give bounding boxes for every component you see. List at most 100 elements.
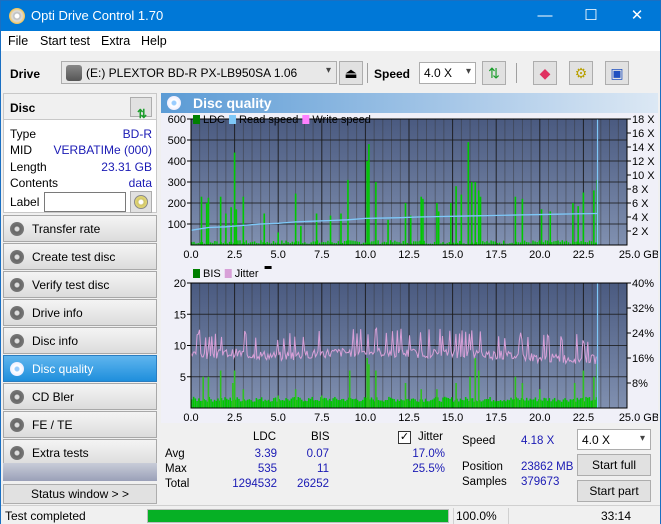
row-label-avg: Avg: [165, 448, 185, 460]
legend-swatch: [229, 115, 237, 124]
nav-disc-quality[interactable]: Disc quality: [3, 355, 157, 382]
disc-refresh-button[interactable]: ⇅: [130, 97, 152, 121]
col-header-ldc: LDC: [253, 431, 277, 443]
disc-value: VERBATIMe (000): [53, 143, 152, 157]
status-message: Test completed: [5, 509, 86, 523]
menu-file[interactable]: File: [8, 34, 28, 48]
menu-help[interactable]: Help: [141, 34, 167, 48]
jitter-checkbox[interactable]: ✓: [398, 431, 411, 444]
y-tick-label-left: 600: [168, 114, 186, 126]
legend-swatch: [302, 115, 310, 124]
y-tick-label-left: 300: [168, 177, 186, 189]
disc-header: Disc ⇅: [4, 94, 156, 121]
nav-transfer-rate[interactable]: Transfer rate: [3, 215, 157, 242]
y-tick-label-right: 6 X: [632, 198, 649, 210]
settings-button[interactable]: ⚙: [569, 61, 593, 85]
legend-swatch: [193, 115, 200, 124]
nav-label: CD Bler: [32, 390, 75, 404]
x-tick-label: 7.5: [314, 412, 329, 423]
maximize-button[interactable]: ☐: [568, 1, 614, 31]
disc-quality-panel: Disc quality 100 200 300 400 500 600 2 X 4 X 6 X…: [159, 91, 660, 505]
nav-cd-bler[interactable]: CD Bler: [3, 383, 157, 410]
label-input[interactable]: [44, 192, 126, 212]
disc-tool-icon: [10, 390, 24, 404]
y-tick-label-right: 2 X: [632, 226, 649, 238]
eraser-icon: ◆: [539, 65, 551, 81]
menu-start-test[interactable]: Start test: [40, 34, 90, 48]
speed-select-value: 4.0 X: [424, 66, 453, 80]
elapsed-time: 33:14: [601, 509, 632, 523]
close-button[interactable]: ✕: [614, 1, 660, 31]
speed-select[interactable]: 4.0 X ▾: [419, 62, 476, 84]
disc-value: BD-R: [122, 127, 152, 141]
y-tick-label-right: 40%: [632, 278, 654, 290]
panel-header: Disc quality: [161, 93, 658, 113]
y-tick-label-right: 4 X: [632, 212, 649, 224]
drive-select-value: (E:) PLEXTOR BD-R PX-LB950SA 1.06: [86, 66, 298, 80]
x-tick-label: 5.0: [271, 249, 286, 261]
nav-disc-info[interactable]: Disc info: [3, 327, 157, 354]
toolbar-divider: [367, 63, 368, 83]
menu-extra[interactable]: Extra: [101, 34, 130, 48]
disc-key: Type: [10, 127, 37, 141]
nav-create-test-disc[interactable]: Create test disc: [3, 243, 157, 270]
total-ldc: 1294532: [232, 478, 277, 490]
y-tick-label-left: 20: [174, 278, 186, 290]
y-tick-label-left: 400: [168, 156, 186, 168]
disc-value: data: [128, 176, 152, 190]
status-window-button[interactable]: Status window > >: [3, 484, 157, 504]
nav-extra-tests[interactable]: Extra tests: [3, 439, 157, 466]
y-tick-label-left: 200: [168, 198, 186, 210]
left-panel: Disc ⇅ Type BD-R MID VERBATIMe (000) Lengt…: [1, 91, 159, 505]
x-tick-label: 10.0: [355, 249, 376, 261]
x-tick-label: 17.5: [485, 249, 506, 261]
x-tick-label: 0.0: [183, 249, 198, 261]
nav-fe-te[interactable]: FE / TE: [3, 411, 157, 438]
title-bar: Opti Drive Control 1.70 — ☐ ✕: [1, 1, 660, 31]
app-window: Opti Drive Control 1.70 — ☐ ✕ File Start…: [0, 0, 661, 524]
status-bar: Test completed 100.0% 33:14: [1, 505, 660, 524]
charts-area: 100 200 300 400 500 600 2 X 4 X 6 X 8 X 10 X 12 X 14…: [161, 113, 659, 424]
disc-key: Contents: [10, 176, 59, 190]
progress-percent: 100.0%: [456, 509, 497, 523]
drive-select[interactable]: (E:) PLEXTOR BD-R PX-LB950SA 1.06 ▾: [61, 61, 337, 84]
test-speed-value: 4.0 X: [582, 433, 611, 447]
x-tick-label: 7.5: [314, 249, 329, 261]
minimize-button[interactable]: —: [522, 1, 568, 31]
disc-icon: [134, 195, 148, 209]
nav-label: Verify test disc: [32, 278, 110, 292]
x-tick-label: 20.0: [529, 412, 550, 423]
y-tick-label-left: 10: [174, 341, 186, 353]
legend-swatch: [193, 269, 200, 278]
disc-tool-icon: [10, 222, 24, 236]
nav-drive-info[interactable]: Drive info: [3, 299, 157, 326]
x-tick-label: 17.5: [485, 412, 506, 423]
toolbar-divider: [516, 63, 517, 83]
legend-label-ldc: LDC: [203, 114, 225, 126]
window-title: Opti Drive Control 1.70: [31, 8, 164, 23]
refresh-arrows-icon: ⇅: [137, 107, 148, 121]
speed-label: Speed: [374, 67, 411, 81]
legend-label-jitter: Jitter: [235, 268, 259, 280]
disc-header-title: Disc: [10, 101, 36, 115]
x-tick-label: 2.5: [227, 249, 242, 261]
gears-icon: ⚙: [574, 65, 588, 81]
nav-label: Transfer rate: [32, 222, 101, 236]
legend-swatch: [224, 269, 232, 278]
y-tick-label-left: 500: [168, 135, 186, 147]
start-full-button[interactable]: Start full: [577, 454, 651, 476]
position-value: 23862 MB: [521, 461, 574, 473]
label-disc-button[interactable]: [130, 191, 152, 213]
y-tick-label-right: 8 X: [632, 184, 649, 196]
max-bis: 11: [317, 463, 329, 475]
disc-key: MID: [10, 143, 32, 157]
x-tick-label: 5.0: [271, 412, 286, 423]
erase-button[interactable]: ◆: [533, 61, 557, 85]
test-speed-select[interactable]: 4.0 X ▾: [577, 429, 651, 450]
nav-verify-test-disc[interactable]: Verify test disc: [3, 271, 157, 298]
save-button[interactable]: ▣: [605, 61, 629, 85]
start-part-button[interactable]: Start part: [577, 480, 651, 502]
chevron-down-icon: ▾: [325, 65, 331, 76]
eject-button[interactable]: ⏏: [339, 61, 363, 85]
refresh-drive-button[interactable]: ⇅: [482, 61, 506, 85]
